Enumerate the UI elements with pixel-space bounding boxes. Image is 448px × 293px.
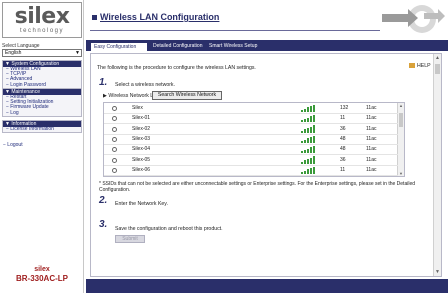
silex-logo: silex technology [2,2,82,38]
title-bullet-icon [92,15,97,20]
language-select[interactable]: English ▼ [2,49,82,57]
ssid-note: * SSIDs that can not be selected are eit… [99,181,416,193]
language-value: English [5,50,22,56]
content-scroll-area: The following is the procedure to config… [91,54,434,276]
product-brand: silex BR-330AC-LP [0,265,84,284]
network-channel: 36 [340,156,346,163]
signal-strength-icon [301,115,315,123]
network-standard: 11ac [366,146,377,153]
signal-strength-icon [301,104,315,112]
network-ssid: Silex-01 [132,115,151,122]
network-ssid: Silex-03 [132,135,151,142]
network-ssid: Silex [132,105,143,111]
network-standard: 11ac [366,156,377,163]
submit-button[interactable]: Submit [115,235,145,243]
network-standard: 11ac [366,115,377,122]
list-scroll-thumb[interactable] [399,113,403,127]
step2-number: 2. [99,195,108,206]
nav-system-configuration: ▼ System Configuration − Wireless LAN − … [2,60,82,89]
network-radio[interactable] [112,147,117,153]
network-standard: 11ac [366,125,377,132]
network-radio[interactable] [112,126,117,132]
page-header: Wireless LAN Configuration [86,0,448,38]
step1-number: 1. [99,77,108,88]
nav-information: ▼ Information − License Information [2,120,82,134]
signal-strength-icon [301,135,315,143]
logout-link[interactable]: − Logout [3,142,23,148]
network-row[interactable]: Silex-02 36 11ac [104,125,398,135]
network-channel: 48 [340,135,346,142]
network-standard: 11ac [366,166,377,173]
tab-easy-configuration[interactable]: Easy Configuration [90,42,148,51]
signal-strength-icon [301,146,315,154]
sidebar: silex technology Select Language English… [0,0,84,293]
help-icon [409,63,415,69]
network-channel: 132 [340,105,349,111]
network-ssid: Silex-06 [132,166,151,173]
network-channel: 11 [340,115,346,122]
network-channel: 48 [340,146,346,153]
network-standard: 11ac [366,135,377,142]
network-channel: 11 [340,166,346,173]
panel-scrollbar[interactable]: ▲ ▼ [433,54,441,276]
page-title: Wireless LAN Configuration [100,12,220,22]
tab-smart-wireless-setup[interactable]: Smart Wireless Setup [206,42,266,51]
list-scrollbar[interactable]: ▲ ▼ [397,103,404,176]
network-radio[interactable] [112,167,117,173]
network-radio[interactable] [112,136,117,142]
chevron-down-icon: ▼ [75,50,80,56]
logo-subtext: technology [19,28,65,34]
network-row[interactable]: Silex-05 36 11ac [104,156,398,166]
scroll-down-icon[interactable]: ▼ [435,269,440,275]
network-row[interactable]: Silex-04 48 11ac [104,145,398,156]
content-panel: The following is the procedure to config… [90,53,442,277]
help-label: HELP [417,63,431,69]
tab-detailed-configuration[interactable]: Detailed Configuration [150,42,206,51]
intro-text: The following is the procedure to config… [97,65,256,71]
network-radio[interactable] [112,116,117,122]
scroll-down-icon[interactable]: ▼ [399,171,403,176]
step1-text: Select a wireless network. [115,82,175,88]
sidebar-item-license-information[interactable]: − License Information [3,126,81,132]
network-radio[interactable] [112,106,117,111]
decorative-arrows-icon [382,5,445,33]
network-channel: 36 [340,125,346,132]
sidebar-item-log[interactable]: − Log [3,110,81,116]
product-model: BR-330AC-LP [15,274,68,283]
network-ssid: Silex-05 [132,156,151,163]
panel-scroll-thumb[interactable] [435,64,440,74]
footer-bar [86,279,448,293]
network-standard: 11ac [366,105,377,111]
network-row[interactable]: Silex-03 48 11ac [104,135,398,145]
tab-bar: Easy Configuration Detailed Configuratio… [86,40,448,51]
scroll-up-icon[interactable]: ▲ [399,103,403,108]
header-divider [90,30,380,31]
logo-text: silex [14,4,70,29]
wireless-network-list: ▲ ▼ Silex 132 11ac Silex-01 11 11ac Silex-02 36… [103,102,405,177]
help-link[interactable]: HELP [409,63,431,69]
signal-strength-icon [301,166,315,174]
network-row[interactable]: Silex-06 11 11ac [104,166,398,176]
page: silex technology Select Language English… [0,0,448,293]
signal-strength-icon [301,125,315,133]
step3-number: 3. [99,219,108,230]
network-ssid: Silex-02 [132,125,151,132]
step3-text: Save the configuration and reboot this p… [115,226,223,232]
nav-maintenance: ▼ Maintenance − Restart − Setting Initia… [2,88,82,117]
network-row[interactable]: Silex 132 11ac [104,104,398,114]
network-radio[interactable] [112,157,117,163]
search-wireless-network-button[interactable]: Search Wireless Network [152,91,222,100]
main-area: Wireless LAN Configuration Easy Configur… [86,0,448,293]
signal-strength-icon [301,156,315,164]
brand-name: silex [34,266,50,273]
step2-text: Enter the Network Key. [115,201,168,207]
network-ssid: Silex-04 [132,146,151,153]
wireless-network-list-label: ▶ Wireless Network List [103,93,159,99]
scroll-up-icon[interactable]: ▲ [435,55,440,61]
network-row[interactable]: Silex-01 11 11ac [104,114,398,125]
